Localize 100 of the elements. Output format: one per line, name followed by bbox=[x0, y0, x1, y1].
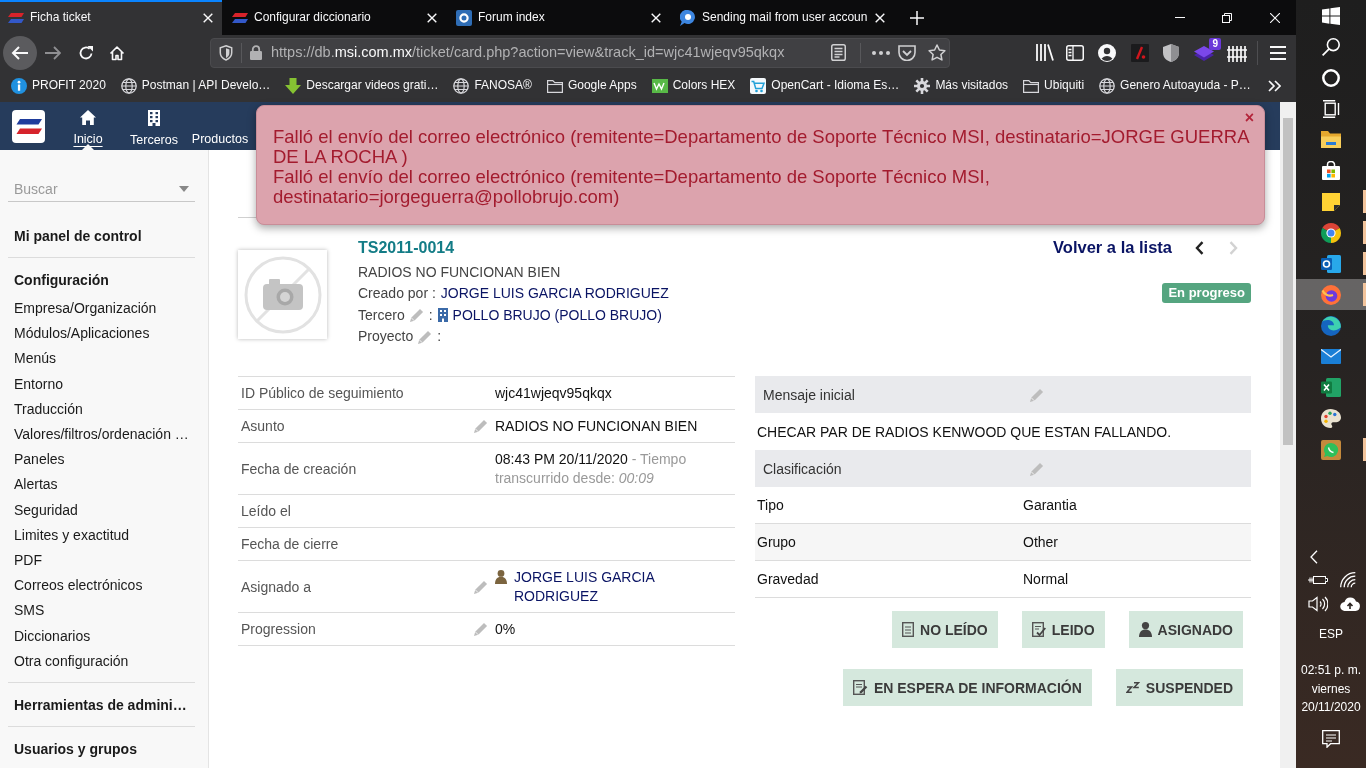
close-icon[interactable] bbox=[203, 12, 213, 23]
reader-view-icon[interactable] bbox=[831, 44, 846, 61]
search-icon[interactable] bbox=[1322, 37, 1340, 56]
chevron-double-icon[interactable] bbox=[1268, 80, 1281, 92]
shield-icon[interactable] bbox=[219, 44, 233, 61]
restore-icon[interactable] bbox=[1222, 12, 1232, 23]
reload-icon[interactable] bbox=[78, 44, 94, 61]
bookmark[interactable]: Google Apps bbox=[546, 78, 637, 94]
language-indicator[interactable]: ESP bbox=[1319, 616, 1343, 652]
layers-icon[interactable] bbox=[1194, 44, 1214, 61]
search-field[interactable]: Buscar bbox=[8, 176, 195, 202]
speaker-icon[interactable] bbox=[1308, 596, 1328, 612]
field-value: wjc41wjeqv95qkqx bbox=[495, 385, 612, 402]
close-icon[interactable] bbox=[651, 12, 661, 23]
notification-icon[interactable] bbox=[1322, 730, 1340, 748]
sidebar-link[interactable]: SMS bbox=[14, 598, 45, 624]
cloud-upload-icon[interactable] bbox=[1340, 597, 1360, 611]
address-bar[interactable]: https://db.msi.com.mx/ticket/card.php?action=view&track_id=wjc41wjeqv95qkqx bbox=[210, 37, 950, 68]
sidebar-link[interactable]: Valores/filtros/ordenación … bbox=[14, 422, 189, 448]
back-icon[interactable] bbox=[3, 35, 37, 70]
sidebar-heading[interactable]: Mi panel de control bbox=[14, 226, 142, 246]
scrollbar-thumb[interactable] bbox=[1283, 118, 1293, 445]
label-colon: : bbox=[428, 305, 433, 325]
sidebar-link[interactable]: Alertas bbox=[14, 472, 58, 498]
user-link[interactable]: JORGE LUIS GARCIA RODRIGUEZ bbox=[514, 568, 735, 607]
browser-tab[interactable]: Configurar diccionario bbox=[224, 0, 446, 35]
count-badge: 9 bbox=[1209, 37, 1221, 50]
account-icon[interactable] bbox=[1098, 43, 1116, 62]
clock-time[interactable]: 02:51 p. m. bbox=[1300, 661, 1361, 680]
sidebar-link[interactable]: Otra configuración bbox=[14, 648, 129, 675]
sidebar-link[interactable]: Traducción bbox=[14, 396, 83, 422]
bookmark[interactable]: Ubiquiti bbox=[1023, 78, 1085, 94]
app-logo[interactable] bbox=[12, 109, 45, 143]
action-button[interactable]: SUSPENDED bbox=[1115, 669, 1243, 707]
shield-icon[interactable] bbox=[1163, 43, 1179, 62]
frames-icon[interactable] bbox=[1322, 99, 1340, 118]
url-text[interactable]: https://db.msi.com.mx/ticket/card.php?action=view&track_id=wjc41wjeqv95qkqx bbox=[271, 43, 785, 62]
bookmark[interactable]: Más visitados bbox=[914, 78, 1009, 94]
sidebar-heading[interactable]: Usuarios y grupos bbox=[14, 739, 137, 760]
scrollbar-track[interactable] bbox=[1280, 102, 1296, 768]
bookmark[interactable]: PROFIT 2020 bbox=[11, 78, 106, 94]
action-button[interactable]: ASIGNADO bbox=[1128, 611, 1243, 649]
sidebar-heading[interactable]: Configuración bbox=[14, 270, 109, 290]
status-badge: En progreso bbox=[1162, 283, 1251, 303]
ticket-reference[interactable]: TS2011-0014 bbox=[358, 239, 455, 257]
field-label: Proyecto bbox=[358, 326, 414, 346]
bookmark[interactable]: Descargar videos grati… bbox=[285, 78, 439, 94]
browser-tab[interactable]: Ficha ticket bbox=[0, 0, 222, 35]
action-button[interactable]: EN ESPERA DE INFORMACIÓN bbox=[842, 669, 1092, 707]
company-link[interactable]: POLLO BRUJO (POLLO BRUJO) bbox=[452, 304, 662, 326]
plus-icon[interactable] bbox=[910, 10, 924, 25]
sidebar-link[interactable]: Módulos/Aplicaciones bbox=[14, 321, 150, 347]
close-icon[interactable] bbox=[875, 12, 885, 23]
browser-tab[interactable]: Sending mail from user accoun bbox=[672, 0, 894, 35]
sidebar-link[interactable]: Menús bbox=[14, 346, 57, 372]
sidebar-link[interactable]: Empresa/Organización bbox=[14, 296, 157, 322]
sidebar-link[interactable]: PDF bbox=[14, 548, 42, 574]
browser-tab[interactable]: Forum index bbox=[448, 0, 670, 35]
bookmark[interactable]: Colors HEX bbox=[651, 78, 736, 94]
menu-tab[interactable]: Terceros bbox=[121, 102, 187, 150]
sidebar-icon[interactable] bbox=[1066, 44, 1084, 61]
back-link[interactable]: Volver a la lista bbox=[1053, 237, 1172, 259]
sidebar-link[interactable]: Seguridad bbox=[14, 497, 78, 523]
user-link[interactable]: JORGE LUIS GARCIA RODRIGUEZ bbox=[440, 283, 669, 305]
shopping-bag-icon bbox=[1322, 161, 1340, 180]
sidebar-link[interactable]: Correos electrónicos bbox=[14, 573, 143, 599]
bookmark[interactable]: OpenCart - Idioma Es… bbox=[750, 78, 900, 94]
forward-icon[interactable] bbox=[45, 45, 61, 60]
sidebar-heading[interactable]: Herramientas de admini… bbox=[14, 695, 187, 716]
star-icon[interactable] bbox=[928, 44, 946, 61]
four-panes-icon[interactable] bbox=[1322, 6, 1340, 25]
menu-tab[interactable]: Inicio bbox=[55, 102, 121, 150]
sidebar-link[interactable]: Paneles bbox=[14, 447, 65, 473]
close-icon[interactable] bbox=[1270, 12, 1280, 23]
home-icon[interactable] bbox=[109, 44, 125, 61]
ring-icon[interactable] bbox=[1322, 68, 1340, 87]
menu-tab[interactable]: Productos bbox=[187, 102, 253, 150]
menu-icon[interactable] bbox=[1270, 45, 1286, 60]
sidebar-link[interactable]: Entorno bbox=[14, 371, 64, 397]
more-icon[interactable] bbox=[872, 50, 890, 55]
battery-plug-icon[interactable] bbox=[1308, 574, 1328, 586]
action-button[interactable]: NO LEÍDO bbox=[892, 611, 998, 649]
field-label: Tercero bbox=[358, 305, 405, 325]
bookmark[interactable]: Genero Autoayuda - P… bbox=[1099, 78, 1251, 94]
bookmark[interactable]: Postman | API Develo… bbox=[120, 78, 271, 94]
fence-icon[interactable] bbox=[1227, 43, 1247, 62]
wifi-icon[interactable] bbox=[1340, 572, 1356, 588]
library-icon[interactable] bbox=[1036, 44, 1054, 61]
extension-icon[interactable] bbox=[1131, 43, 1149, 62]
pocket-icon[interactable] bbox=[898, 44, 916, 61]
sidebar-link[interactable]: Limites y exactitud bbox=[14, 522, 130, 549]
lock-icon[interactable] bbox=[250, 45, 262, 60]
clock-day[interactable]: viernes bbox=[1311, 679, 1351, 698]
close-icon[interactable] bbox=[427, 12, 437, 23]
sidebar-link[interactable]: Diccionarios bbox=[14, 623, 91, 649]
bookmark[interactable]: FANOSA® bbox=[453, 78, 532, 94]
clock-date[interactable]: 20/11/2020 bbox=[1301, 698, 1361, 717]
action-button[interactable]: LEIDO bbox=[1021, 611, 1105, 649]
chevron-left-icon[interactable] bbox=[1195, 241, 1204, 255]
envelope-icon bbox=[1321, 349, 1341, 364]
